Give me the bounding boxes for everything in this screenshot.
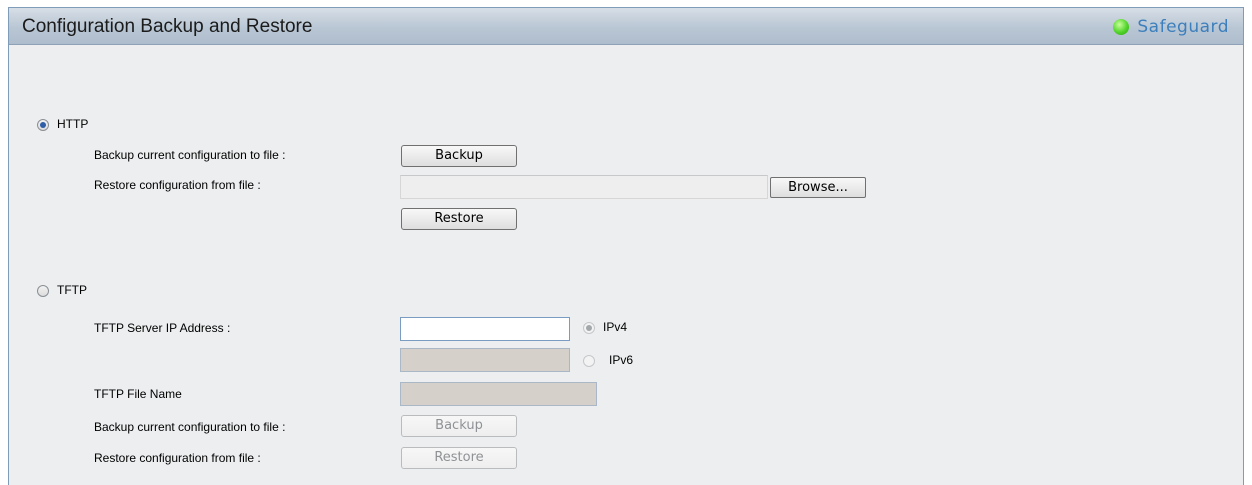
tftp-backup-button[interactable]: Backup (401, 415, 517, 437)
ipv6-radio[interactable] (583, 355, 595, 367)
safeguard-status[interactable]: Safeguard (1113, 17, 1229, 37)
http-radio[interactable] (37, 119, 49, 131)
tftp-file-name-label: TFTP File Name (94, 387, 182, 401)
tftp-restore-button[interactable]: Restore (401, 447, 517, 469)
http-backup-label: Backup current configuration to file : (94, 148, 286, 162)
tftp-backup-label: Backup current configuration to file : (94, 420, 286, 434)
safeguard-label: Safeguard (1137, 17, 1229, 37)
tftp-label: TFTP (57, 283, 87, 297)
title-bar: Configuration Backup and Restore Safegua… (9, 8, 1243, 45)
tftp-ipv6-input[interactable] (400, 348, 570, 372)
tftp-file-name-input[interactable] (400, 382, 597, 406)
tftp-restore-label: Restore configuration from file : (94, 451, 261, 465)
ipv4-radio[interactable] (583, 322, 595, 334)
http-restore-label: Restore configuration from file : (94, 178, 261, 192)
restore-file-path-field[interactable] (400, 175, 768, 199)
tftp-ipv4-input[interactable] (400, 317, 570, 341)
status-led-icon (1113, 19, 1130, 35)
tftp-radio[interactable] (37, 285, 49, 297)
http-backup-button[interactable]: Backup (401, 145, 517, 167)
tftp-server-ip-label: TFTP Server IP Address : (94, 321, 231, 335)
ipv6-label: IPv6 (609, 353, 634, 367)
http-restore-button[interactable]: Restore (401, 208, 517, 230)
browse-button[interactable]: Browse... (770, 177, 866, 198)
http-label: HTTP (57, 117, 89, 131)
config-backup-restore-panel: Configuration Backup and Restore Safegua… (8, 7, 1244, 485)
page-title: Configuration Backup and Restore (22, 16, 313, 37)
ipv4-label: IPv4 (603, 320, 628, 334)
